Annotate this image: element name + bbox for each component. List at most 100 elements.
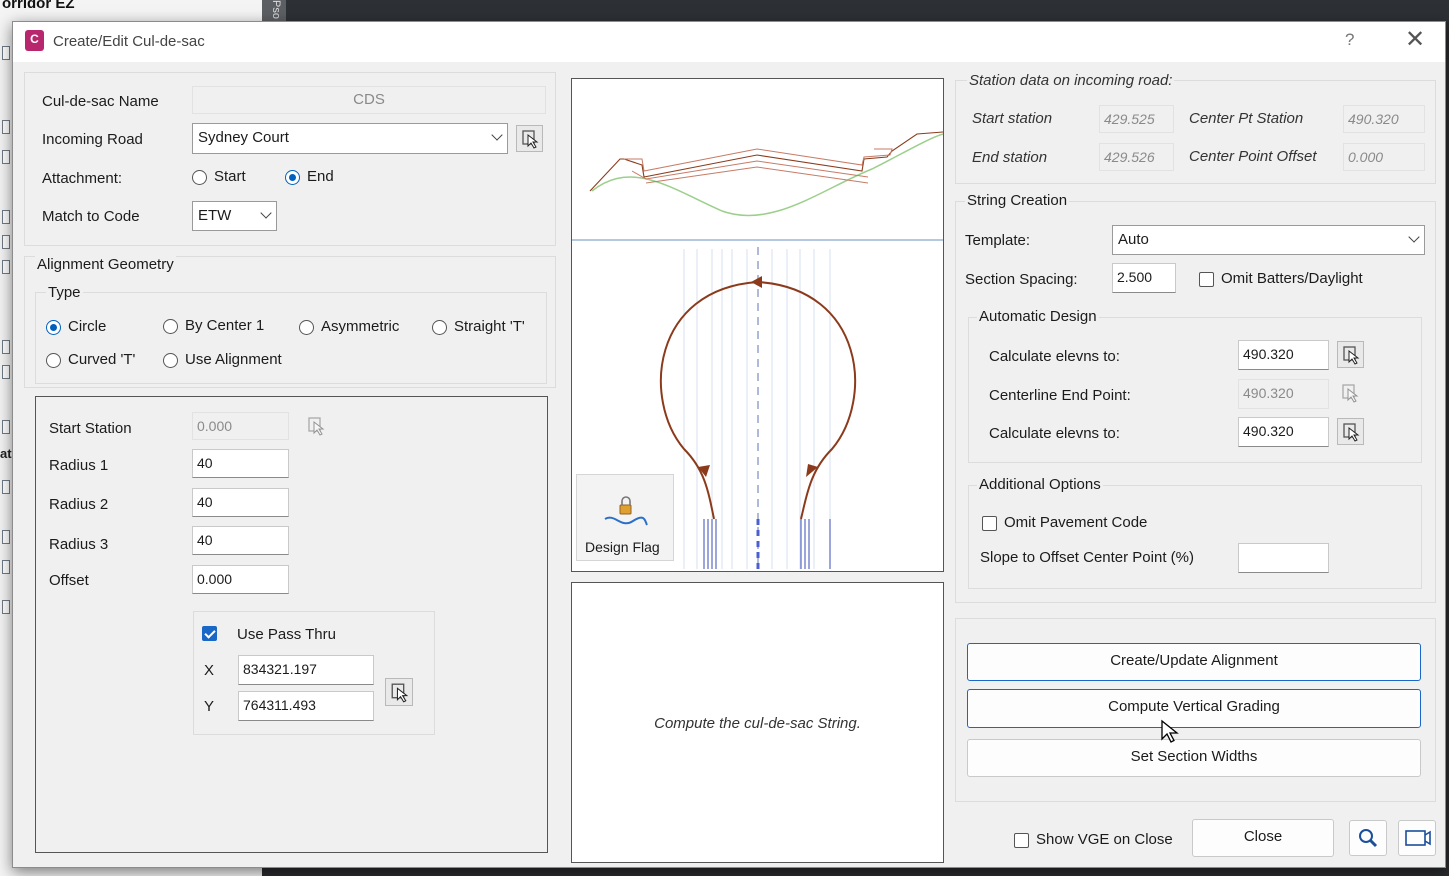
compute-vertical-grading-button[interactable]: Compute Vertical Grading xyxy=(967,689,1421,728)
omit-pavement-code-checkbox[interactable] xyxy=(982,516,997,531)
pick-cursor-icon xyxy=(1343,346,1360,365)
attachment-start-radio[interactable] xyxy=(192,170,207,185)
chevron-down-icon xyxy=(491,129,503,141)
zoom-button[interactable] xyxy=(1349,820,1387,856)
view-capture-button[interactable] xyxy=(1398,820,1436,856)
centerline-end-point-field[interactable]: 490.320 xyxy=(1238,379,1329,409)
slope-to-offset-field[interactable] xyxy=(1238,543,1329,573)
toolbar-tool-icon xyxy=(2,560,10,574)
close-dialog-button[interactable]: ✕ xyxy=(1405,26,1425,54)
type-asymmetric-label: Asymmetric xyxy=(321,318,400,335)
omit-pavement-code-label: Omit Pavement Code xyxy=(1004,514,1148,531)
cul-de-sac-name-field[interactable]: CDS xyxy=(192,86,546,114)
set-section-widths-button[interactable]: Set Section Widths xyxy=(967,739,1421,777)
template-value: Auto xyxy=(1118,231,1149,248)
use-pass-thru-label: Use Pass Thru xyxy=(237,626,336,643)
pick-pass-thru-point-button[interactable] xyxy=(385,678,413,706)
type-curved-t-radio[interactable] xyxy=(46,353,61,368)
attachment-end-radio[interactable] xyxy=(285,170,300,185)
radius-3-label: Radius 3 xyxy=(49,536,109,553)
pick-start-station-button[interactable] xyxy=(303,413,330,440)
design-flag-button[interactable]: Design Flag xyxy=(576,474,674,561)
pick-elevns-1-button[interactable] xyxy=(1337,341,1364,368)
message-panel: Compute the cul-de-sac String. xyxy=(571,582,944,863)
additional-options-header: Additional Options xyxy=(977,476,1103,493)
radius-1-label: Radius 1 xyxy=(49,457,109,474)
toolbar-tool-icon xyxy=(2,120,10,134)
center-pt-station-field: 490.320 xyxy=(1343,105,1425,133)
close-button[interactable]: Close xyxy=(1192,819,1334,857)
pick-cursor-icon xyxy=(391,683,409,703)
design-flag-label: Design Flag xyxy=(585,539,660,555)
offset-field[interactable]: 0.000 xyxy=(192,565,289,594)
omit-batters-checkbox[interactable] xyxy=(1199,272,1214,287)
additional-options-group xyxy=(968,485,1422,589)
pick-centerline-end-button[interactable] xyxy=(1337,380,1364,407)
toolbar-tool-icon xyxy=(2,420,10,434)
toolbar-tool-icon xyxy=(2,480,10,494)
use-pass-thru-checkbox[interactable] xyxy=(202,626,217,641)
y-label: Y xyxy=(204,698,215,715)
incoming-road-value: Sydney Court xyxy=(198,129,289,146)
attachment-label: Attachment: xyxy=(42,170,123,187)
cul-de-sac-name-label: Cul-de-sac Name xyxy=(42,93,159,110)
type-asymmetric-radio[interactable] xyxy=(299,320,314,335)
end-station-data-field: 429.526 xyxy=(1099,143,1174,171)
radius-3-field[interactable]: 40 xyxy=(192,526,289,555)
incoming-road-label: Incoming Road xyxy=(42,131,143,148)
help-button[interactable]: ? xyxy=(1345,30,1354,50)
background-viewport xyxy=(286,0,1449,22)
type-use-alignment-radio[interactable] xyxy=(163,353,178,368)
attachment-start-label: Start xyxy=(214,168,246,185)
match-to-code-select[interactable]: ETW xyxy=(192,201,277,231)
section-spacing-field[interactable]: 2.500 xyxy=(1112,263,1176,293)
incoming-road-select[interactable]: Sydney Court xyxy=(192,123,508,154)
calculate-elevns-1-field[interactable]: 490.320 xyxy=(1238,340,1329,370)
calculate-elevns-2-field[interactable]: 490.320 xyxy=(1238,417,1329,447)
dialog-titlebar: C Create/Edit Cul-de-sac ? ✕ xyxy=(13,22,1445,62)
screen-capture-icon xyxy=(1405,830,1431,846)
end-station-data-label: End station xyxy=(972,149,1048,166)
pick-cursor-icon xyxy=(308,417,325,436)
start-station-field[interactable]: 0.000 xyxy=(192,412,289,440)
background-toolbar xyxy=(0,40,12,640)
type-by-center-radio[interactable] xyxy=(163,319,178,334)
show-vge-checkbox[interactable] xyxy=(1014,833,1029,848)
toolbar-tool-icon xyxy=(2,46,10,60)
offset-label: Offset xyxy=(49,572,89,589)
template-label: Template: xyxy=(965,232,1031,249)
dialog-title: Create/Edit Cul-de-sac xyxy=(53,33,205,50)
match-to-code-value: ETW xyxy=(198,207,232,224)
radius-1-field[interactable]: 40 xyxy=(192,449,289,478)
radius-2-label: Radius 2 xyxy=(49,496,109,513)
chevron-down-icon xyxy=(260,207,272,219)
calculate-elevns-2-label: Calculate elevns to: xyxy=(989,425,1120,442)
toolbar-tool-icon xyxy=(2,340,10,354)
section-spacing-label: Section Spacing: xyxy=(965,271,1078,288)
calculate-elevns-1-label: Calculate elevns to: xyxy=(989,348,1120,365)
design-flag-icon xyxy=(604,496,648,526)
app-icon: C xyxy=(25,30,44,51)
type-straight-t-label: Straight 'T' xyxy=(454,318,525,335)
attachment-end-label: End xyxy=(307,168,334,185)
type-circle-label: Circle xyxy=(68,318,107,335)
create-update-alignment-button[interactable]: Create/Update Alignment xyxy=(967,643,1421,681)
type-circle-radio[interactable] xyxy=(46,320,61,335)
start-station-label: Start Station xyxy=(49,420,132,437)
pick-elevns-2-button[interactable] xyxy=(1337,418,1364,445)
string-creation-header: String Creation xyxy=(965,192,1070,209)
template-select[interactable]: Auto xyxy=(1112,225,1425,255)
background-strip-text: Pso xyxy=(270,0,282,19)
alignment-geometry-label: Alignment Geometry xyxy=(35,256,176,273)
start-station-data-field: 429.525 xyxy=(1099,105,1174,133)
radius-2-field[interactable]: 40 xyxy=(192,488,289,517)
center-pt-station-label: Center Pt Station xyxy=(1189,110,1304,127)
cul-de-sac-dialog: C Create/Edit Cul-de-sac ? ✕ Cul-de-sac … xyxy=(12,21,1446,868)
type-by-center-label: By Center 1 xyxy=(185,317,265,334)
toolbar-tool-icon xyxy=(2,235,10,249)
x-coordinate-field[interactable]: 834321.197 xyxy=(238,655,374,685)
pick-road-button[interactable] xyxy=(516,125,543,152)
type-straight-t-radio[interactable] xyxy=(432,320,447,335)
center-point-offset-label: Center Point Offset xyxy=(1189,148,1317,165)
y-coordinate-field[interactable]: 764311.493 xyxy=(238,691,374,721)
